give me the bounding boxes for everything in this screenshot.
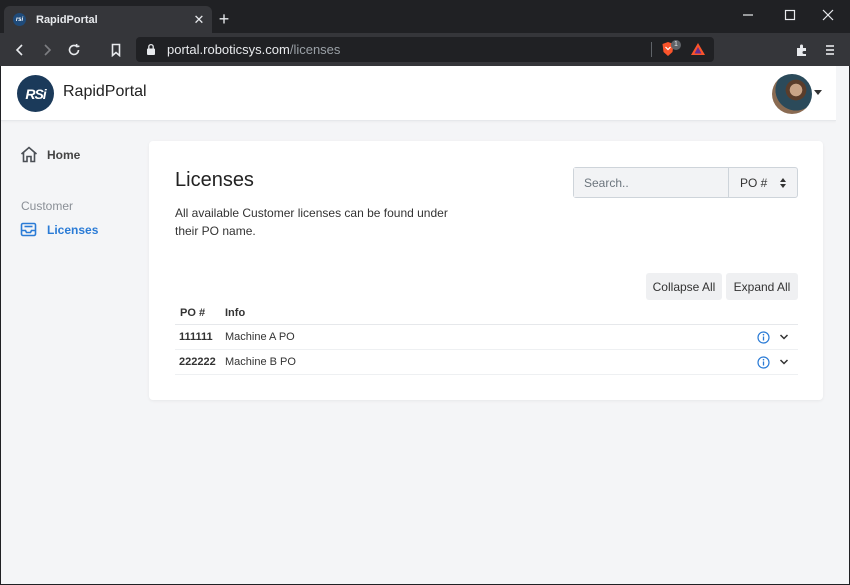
page-scroll-gutter	[836, 66, 849, 584]
forward-icon	[44, 44, 52, 56]
table-header: PO # Info	[175, 301, 798, 325]
sidebar-item-label: Home	[47, 147, 81, 162]
close-window-button[interactable]	[809, 0, 847, 30]
forward-button[interactable]	[36, 39, 58, 61]
minimize-window-button[interactable]	[729, 0, 767, 30]
browser-tab[interactable]: rsi RapidPortal ✕	[4, 6, 212, 33]
licenses-card: Licenses All available Customer licenses…	[149, 141, 823, 400]
extensions-icon	[797, 44, 806, 56]
extensions-button[interactable]	[791, 39, 813, 61]
page-description: All available Customer licenses can be f…	[175, 206, 448, 238]
sidebar-section-customer: Customer	[21, 199, 74, 213]
browser-toolbar: portal.roboticsys.com/licenses 1	[0, 33, 850, 66]
search-input[interactable]	[574, 168, 729, 197]
collapse-all-button[interactable]: Collapse All	[646, 273, 722, 300]
home-icon	[20, 146, 38, 163]
url-path: /licenses	[289, 42, 341, 57]
back-button[interactable]	[9, 39, 31, 61]
row-info: Machine B PO	[225, 356, 296, 368]
tab-title: RapidPortal	[36, 13, 98, 26]
column-header-info: Info	[225, 306, 246, 319]
search-group: PO #	[573, 167, 798, 198]
chevron-down-icon[interactable]	[779, 333, 789, 341]
sort-field-value: PO #	[740, 175, 768, 190]
close-tab-button[interactable]: ✕	[190, 12, 208, 28]
sidebar-item-licenses[interactable]: Licenses	[20, 222, 98, 237]
logo-text: RSi	[25, 85, 46, 102]
row-po-number: 222222	[179, 356, 216, 368]
back-icon	[15, 44, 23, 56]
tab-favicon-icon: rsi	[13, 13, 26, 26]
column-header-po: PO #	[180, 306, 206, 319]
brave-rewards-icon[interactable]	[690, 42, 706, 56]
user-menu-caret-icon[interactable]	[814, 90, 822, 95]
licenses-inbox-icon	[20, 222, 37, 237]
row-po-number: 111111	[179, 331, 213, 343]
brand-name: RapidPortal	[63, 83, 147, 100]
info-icon[interactable]	[757, 331, 770, 344]
bookmark-button[interactable]	[105, 39, 127, 61]
url-host: portal.roboticsys.com	[167, 42, 290, 57]
table-row[interactable]: 222222 Machine B PO	[175, 350, 798, 375]
menu-icon	[826, 45, 834, 55]
new-tab-button[interactable]: +	[214, 8, 234, 30]
app-header: RSi RapidPortal	[1, 66, 836, 121]
select-arrows-icon	[780, 177, 786, 188]
sidebar-item-label: Licenses	[47, 222, 99, 237]
url-text: portal.roboticsys.com/licenses	[167, 42, 340, 57]
page-title: Licenses	[175, 169, 254, 191]
address-bar-divider	[651, 42, 652, 57]
maximize-window-button[interactable]	[771, 0, 809, 30]
expand-all-button[interactable]: Expand All	[726, 273, 798, 300]
table-row[interactable]: 111111 Machine A PO	[175, 325, 798, 350]
address-bar[interactable]: portal.roboticsys.com/licenses 1	[136, 37, 714, 62]
rsi-logo[interactable]: RSi	[17, 75, 54, 112]
browser-menu-button[interactable]	[819, 39, 841, 61]
user-avatar[interactable]	[772, 74, 812, 114]
bookmark-icon	[111, 43, 121, 57]
sidebar: Home Customer Licenses	[1, 122, 141, 582]
sidebar-item-home[interactable]: Home	[20, 146, 80, 163]
reload-icon	[68, 43, 80, 56]
browser-titlebar: rsi RapidPortal ✕ +	[0, 0, 850, 33]
row-info: Machine A PO	[225, 331, 295, 343]
lock-icon	[146, 43, 158, 57]
reload-button[interactable]	[63, 39, 85, 61]
info-icon[interactable]	[757, 356, 770, 369]
licenses-table: PO # Info 111111 Machine A PO 222222 Mac…	[175, 301, 798, 375]
page-content: RSi RapidPortal Home Customer Licenses L…	[1, 66, 836, 584]
shield-count-badge: 1	[671, 40, 681, 50]
chevron-down-icon[interactable]	[779, 358, 789, 366]
sort-field-select[interactable]: PO #	[729, 168, 797, 197]
